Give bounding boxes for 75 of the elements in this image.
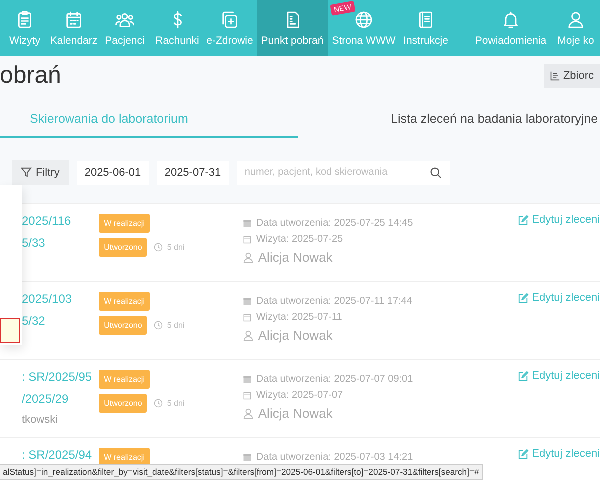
edit-order-link[interactable]: Edytuj zleceni [518, 292, 600, 304]
clock-icon [154, 399, 164, 408]
person-icon [243, 252, 254, 263]
bell-icon [501, 10, 521, 30]
age-text: 5 dni [167, 243, 185, 252]
clock-icon [154, 243, 164, 252]
status-badge: Utworzono [99, 316, 148, 335]
tab[interactable]: Lista zleceń na badania laboratoryjne [391, 100, 598, 138]
status-badge: W realizacji [99, 292, 150, 311]
status-badge: W realizacji [99, 370, 150, 389]
calendar-icon [64, 10, 84, 30]
edit-order-link[interactable]: Edytuj zleceni [518, 370, 600, 382]
nav-item[interactable]: Powiadomienia [470, 0, 552, 56]
edit-icon [518, 448, 530, 460]
globe-icon [354, 10, 374, 30]
order-number-link[interactable]: 5/33 [22, 236, 100, 250]
order-number-link[interactable]: 2025/116 [22, 214, 100, 228]
page-title: obrań [0, 62, 62, 90]
summary-button[interactable]: Zbiorc [544, 64, 600, 88]
calendar-icon [243, 219, 252, 228]
nav-item[interactable]: Punkt pobrań [257, 0, 328, 56]
plusdoc-icon [220, 10, 240, 30]
order-number-link[interactable]: : SR/2025/95 [22, 370, 100, 384]
age-text: 5 dni [167, 321, 185, 330]
input-field[interactable] [0, 318, 20, 343]
date-field[interactable]: 2025-07-31 [156, 160, 229, 184]
visit-date: Wizyta: 2025-07-25 [256, 234, 344, 245]
search-icon [430, 166, 442, 178]
calendar-icon [243, 453, 252, 462]
patient-name: tkowski [22, 414, 60, 426]
nav-item[interactable]: Instrukcje [400, 0, 452, 56]
created-date: Data utworzenia: 2025-07-11 17:44 [256, 296, 412, 307]
edit-icon [518, 292, 530, 304]
status-badge: Utworzono [99, 238, 148, 257]
visit-date: Wizyta: 2025-07-11 [256, 312, 342, 323]
person-icon [243, 408, 254, 419]
edit-icon [518, 214, 530, 226]
visit-date: Wizyta: 2025-07-07 [256, 390, 344, 401]
calendar-icon [243, 375, 252, 384]
created-date: Data utworzenia: 2025-07-25 14:45 [256, 218, 414, 229]
patient-name: Alicja Nowak [258, 406, 333, 421]
order-number-link[interactable]: : SR/2025/94 [22, 448, 100, 462]
patient-name: Alicja Nowak [258, 328, 333, 343]
status-badge: W realizacji [99, 214, 150, 233]
calendar-icon [243, 313, 252, 322]
calendar-icon [243, 297, 252, 306]
nav-item[interactable]: Rachunki [152, 0, 203, 56]
person-icon [243, 330, 254, 341]
calendar-icon [243, 391, 252, 400]
order-number-link[interactable]: 2025/103 [22, 292, 100, 306]
nav-item[interactable]: Pacjenci [98, 0, 152, 56]
nav-item[interactable]: e-Zdrowie [203, 0, 257, 56]
order-number-link[interactable]: 5/32 [22, 314, 100, 328]
created-date: Data utworzenia: 2025-07-07 09:01 [256, 374, 414, 385]
funnel-icon [21, 167, 32, 178]
date-field[interactable]: 2025-06-01 [76, 160, 149, 184]
status-bar-url: alStatus]=in_realization&filter_by=visit_date&filters[status]=&filters[from]=2025-06-01&filters[to]=2025-07-31&filters[search]=# [0, 464, 484, 480]
tab[interactable]: Skierowania do laboratorium [0, 100, 298, 138]
edit-icon [518, 370, 530, 382]
user-icon [566, 10, 586, 30]
nav-item[interactable]: Kalendarz [50, 0, 98, 56]
order-number-link[interactable]: /2025/29 [22, 392, 100, 406]
edit-order-link[interactable]: Edytuj zleceni [518, 448, 600, 460]
nav-item[interactable]: Wizyty [0, 0, 50, 56]
nav-item[interactable]: Moje ko [552, 0, 600, 56]
filters-button[interactable]: Filtry [12, 160, 69, 185]
age-text: 5 dni [167, 399, 185, 408]
calendar-icon [243, 235, 252, 244]
edit-order-link[interactable]: Edytuj zleceni [518, 214, 600, 226]
created-date: Data utworzenia: 2025-07-03 14:21 [256, 452, 414, 463]
list-chart-icon [550, 71, 560, 81]
clock-icon [154, 321, 164, 330]
status-badge: Utworzono [99, 394, 148, 413]
search-field[interactable]: numer, pacjent, kod skierowania [236, 160, 450, 184]
patient-name: Alicja Nowak [258, 250, 333, 265]
